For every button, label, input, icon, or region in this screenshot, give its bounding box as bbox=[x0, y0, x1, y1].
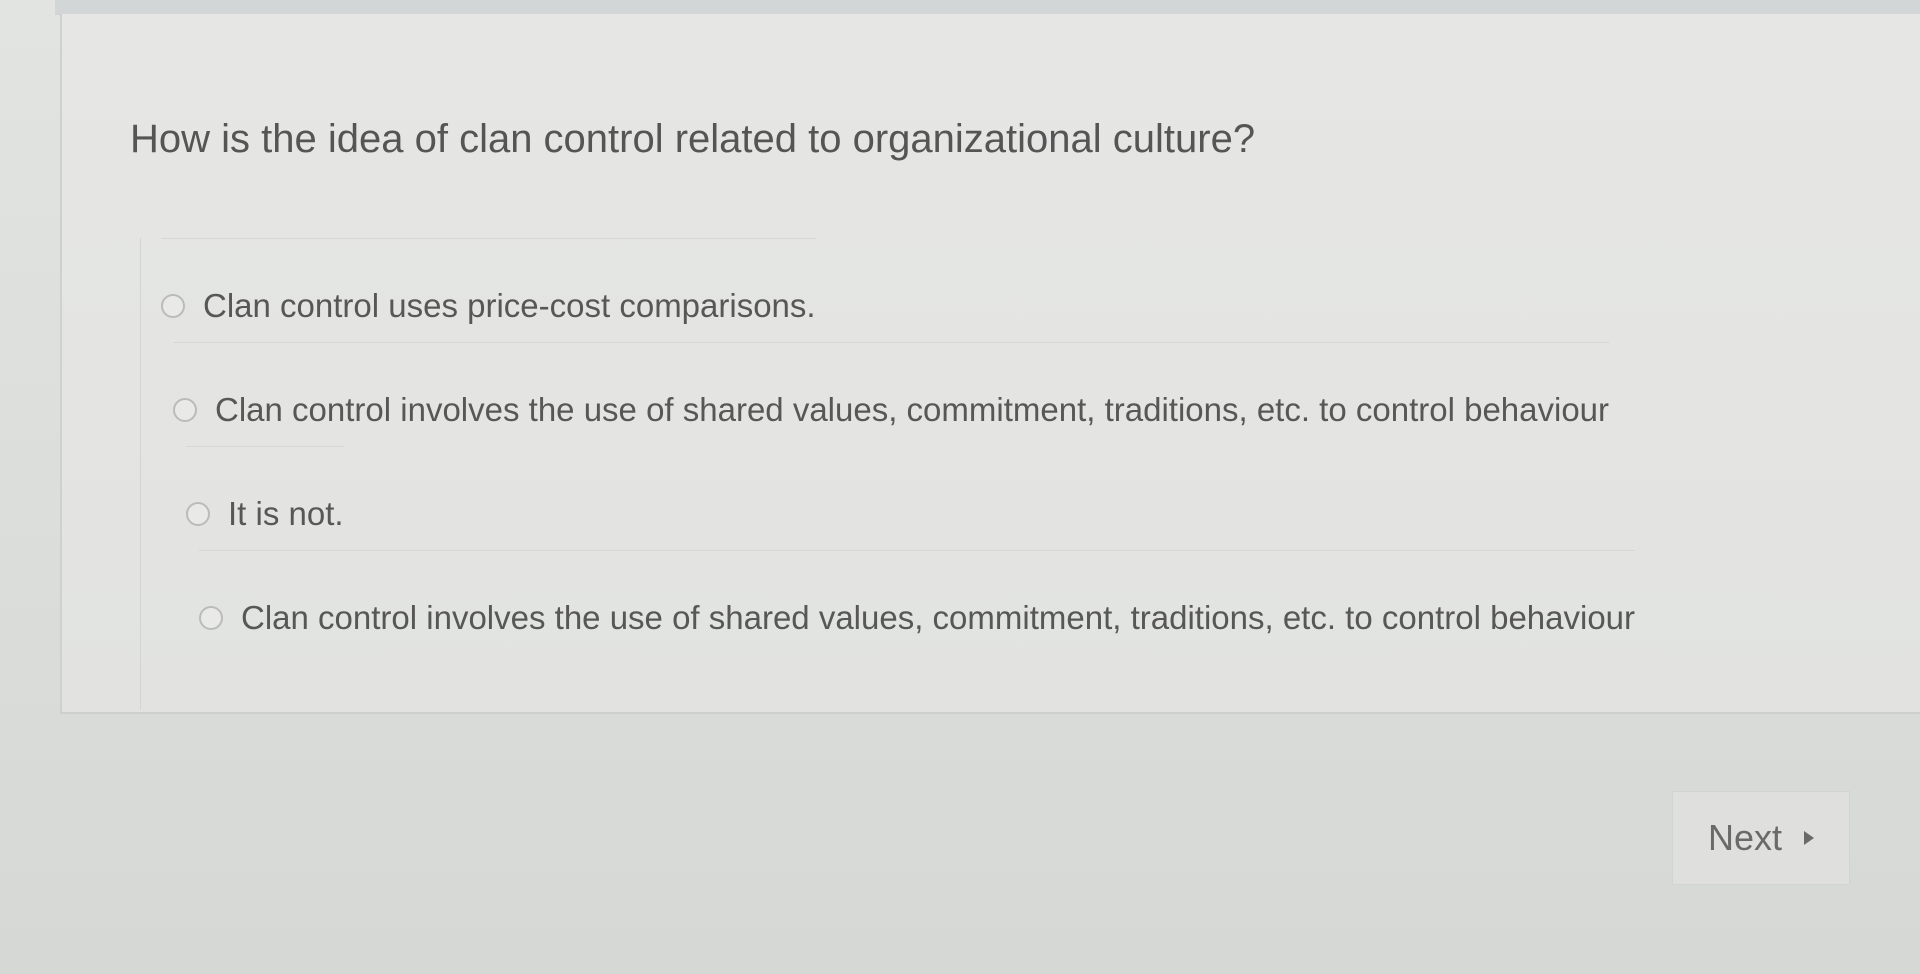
answer-option-label: It is not. bbox=[228, 494, 344, 532]
top-strip bbox=[55, 0, 1920, 15]
answer-option-3[interactable]: It is not. bbox=[186, 446, 344, 550]
answer-option-1[interactable]: Clan control uses price-cost comparisons… bbox=[161, 238, 816, 342]
radio-button-icon[interactable] bbox=[161, 293, 185, 318]
answer-option-label: Clan control involves the use of shared … bbox=[241, 598, 1636, 636]
next-button[interactable]: Next bbox=[1672, 791, 1850, 885]
radio-button-icon[interactable] bbox=[199, 605, 223, 630]
radio-button-icon[interactable] bbox=[173, 397, 197, 422]
answer-option-2[interactable]: Clan control involves the use of shared … bbox=[173, 342, 1610, 446]
triangle-right-icon bbox=[1804, 831, 1815, 845]
next-button-label: Next bbox=[1707, 817, 1783, 858]
answer-option-4[interactable]: Clan control involves the use of shared … bbox=[199, 550, 1636, 654]
answer-option-label: Clan control involves the use of shared … bbox=[215, 390, 1610, 428]
radio-button-icon[interactable] bbox=[186, 501, 210, 526]
answer-options: Clan control uses price-cost comparisons… bbox=[140, 238, 1881, 710]
question-text: How is the idea of clan control related … bbox=[130, 117, 1256, 161]
answer-option-label: Clan control uses price-cost comparisons… bbox=[203, 286, 816, 324]
